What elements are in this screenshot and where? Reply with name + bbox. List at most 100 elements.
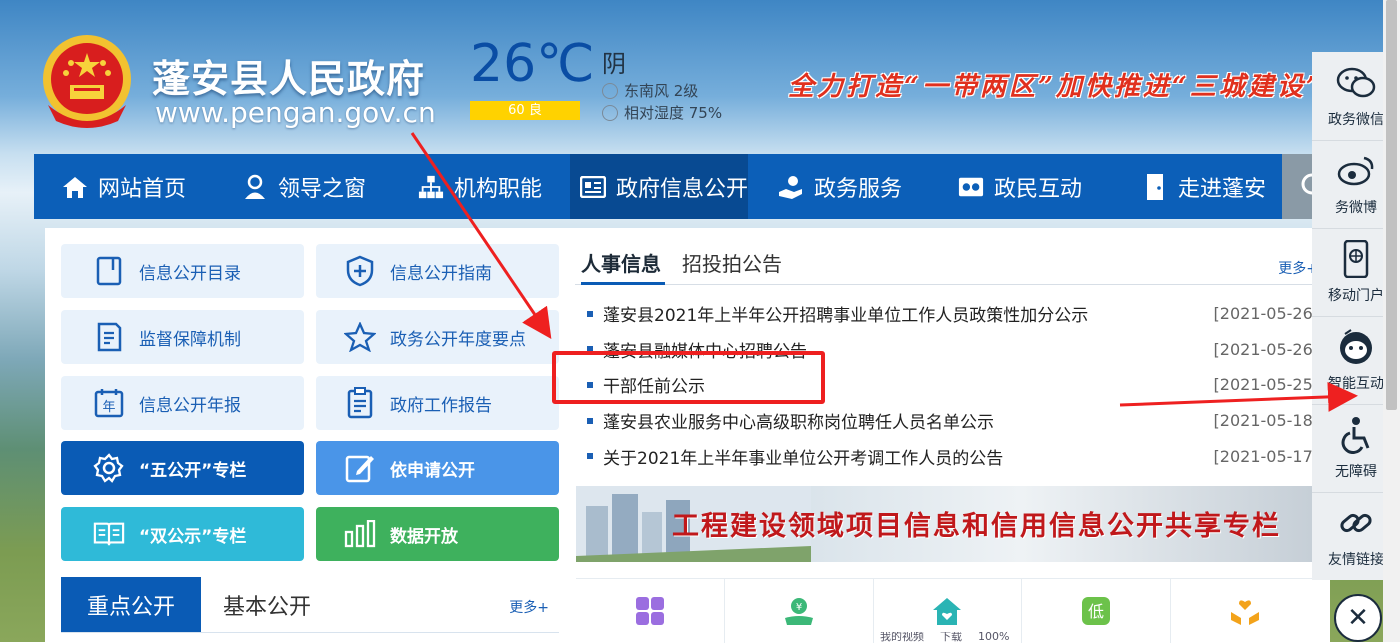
gear-icon <box>93 452 125 484</box>
tile-label: 信息公开指南 <box>390 263 492 284</box>
tile-info-catalog[interactable]: 信息公开目录 <box>61 244 304 298</box>
main-nav: 网站首页 领导之窗 机构职能 政府信息公开 政务服务 政民互动 走进蓬安 <box>34 154 1282 219</box>
news-tabs: 人事信息 招投拍公告 更多+ <box>575 246 1320 285</box>
bullet <box>587 417 593 424</box>
status-item[interactable]: 我的视频 <box>880 632 924 642</box>
news-item[interactable]: 蓬安县2021年上半年公开招聘事业单位工作人员政策性加分公示 [2021-05-… <box>575 296 1320 332</box>
more-link[interactable]: 更多+ <box>509 597 549 617</box>
tab-key-disclosure[interactable]: 重点公开 <box>61 577 201 632</box>
tile-label: 信息公开年报 <box>139 395 241 416</box>
scrollbar[interactable] <box>1383 0 1400 642</box>
tile-open-data[interactable]: 数据开放 <box>316 507 559 561</box>
edit-icon <box>344 452 376 484</box>
nav-label: 领导之窗 <box>278 176 367 202</box>
star-icon <box>344 321 376 353</box>
tile-annual-report[interactable]: 年 信息公开年报 <box>61 376 304 430</box>
national-emblem-logo <box>43 35 131 128</box>
tile-annual-points[interactable]: 政务公开年度要点 <box>316 310 559 364</box>
news-date: [2021-05-17] <box>1213 446 1319 466</box>
org-chart-icon <box>418 174 444 200</box>
nav-item-services[interactable]: 政务服务 <box>748 154 932 219</box>
sidebar-label: 务微博 <box>1335 200 1377 216</box>
sidebar-label: 政务微信 <box>1328 112 1384 128</box>
accessibility-icon <box>1336 415 1376 455</box>
document-icon <box>93 321 125 353</box>
svg-text:¥: ¥ <box>796 602 802 613</box>
news-title[interactable]: 蓬安县2021年上半年公开招聘事业单位工作人员政策性加分公示 <box>603 301 1088 326</box>
news-item[interactable]: 蓬安县农业服务中心高级职称岗位聘任人员名单公示 [2021-05-18] <box>575 403 1320 439</box>
link-icon <box>1336 503 1376 543</box>
news-date: [2021-05-26] <box>1213 304 1319 324</box>
banner-text: 工程建设领域项目信息和信用信息公开共享专栏 <box>672 511 1281 542</box>
sidebar-label: 移动门户 <box>1328 288 1384 304</box>
service-hand-icon <box>778 174 804 200</box>
money-hand-icon: ¥ <box>784 598 813 625</box>
nav-label: 网站首页 <box>98 176 187 202</box>
house-heart-icon <box>933 598 962 625</box>
nav-label: 走进蓬安 <box>1178 176 1267 202</box>
nav-label: 机构职能 <box>454 176 543 202</box>
sidebar-label: 智能互动 <box>1328 376 1384 392</box>
nav-item-leaders[interactable]: 领导之窗 <box>212 154 390 219</box>
calendar-year-icon: 年 <box>93 387 125 419</box>
nav-item-info-disclosure[interactable]: 政府信息公开 <box>570 154 748 219</box>
tab-personnel-info[interactable]: 人事信息 <box>581 248 665 285</box>
nav-item-about-pengan[interactable]: 走进蓬安 <box>1112 154 1282 219</box>
tile-work-report[interactable]: 政府工作报告 <box>316 376 559 430</box>
temperature: 26℃ <box>470 34 595 94</box>
news-title[interactable]: 蓬安县农业服务中心高级职称岗位聘任人员名单公示 <box>603 408 994 433</box>
tab-tender-notices[interactable]: 招投拍公告 <box>682 248 782 277</box>
quick-service-item[interactable] <box>576 579 725 643</box>
tile-label: 数据开放 <box>390 526 458 547</box>
news-date: [2021-05-18] <box>1213 411 1319 431</box>
tile-label: “五公开”专栏 <box>139 460 247 481</box>
tile-label: 监督保障机制 <box>139 329 241 350</box>
svg-text:低: 低 <box>1088 602 1104 621</box>
clipboard-icon <box>344 387 376 419</box>
nav-label: 政府信息公开 <box>616 176 749 202</box>
robot-icon <box>1336 327 1376 367</box>
wind-text: 东南风 2级 <box>624 82 699 100</box>
status-item[interactable]: 下载 <box>940 632 962 642</box>
humidity-text: 相对湿度 75% <box>624 104 723 122</box>
bullet <box>587 310 593 317</box>
wind-info: 东南风 2级 <box>602 80 698 101</box>
tile-label: 政府工作报告 <box>390 395 492 416</box>
wind-icon <box>602 82 618 99</box>
info-card-icon <box>580 174 606 200</box>
project-info-banner[interactable]: 工程建设领域项目信息和信用信息公开共享专栏 <box>576 486 1319 562</box>
site-title: 蓬安县人民政府 <box>152 57 426 101</box>
sidebar-label: 无障碍 <box>1335 464 1377 480</box>
status-item[interactable]: 100% <box>978 632 1009 642</box>
mobile-portal-icon <box>1336 239 1376 279</box>
care-hands-icon <box>1231 600 1260 625</box>
tile-five-open[interactable]: “五公开”专栏 <box>61 441 304 495</box>
weather-condition: 阴 <box>602 50 626 78</box>
news-title[interactable]: 关于2021年上半年事业单位公开考调工作人员的公告 <box>603 444 1003 469</box>
tile-info-guide[interactable]: 信息公开指南 <box>316 244 559 298</box>
tab-basic-disclosure[interactable]: 基本公开 <box>223 577 311 632</box>
wechat-icon <box>1336 63 1376 103</box>
tile-label: 政务公开年度要点 <box>390 329 526 350</box>
shield-plus-icon <box>344 255 376 287</box>
tile-double-publicity[interactable]: “双公示”专栏 <box>61 507 304 561</box>
nav-item-home[interactable]: 网站首页 <box>34 154 212 219</box>
air-quality-badge: 60 良 <box>470 101 580 120</box>
tile-label: “双公示”专栏 <box>139 526 247 547</box>
low-income-icon: 低 <box>1082 597 1111 625</box>
interaction-icon <box>958 174 984 200</box>
tile-apply-disclosure[interactable]: 依申请公开 <box>316 441 559 495</box>
humidity-info: 相对湿度 75% <box>602 102 722 123</box>
scrollbar-thumb[interactable] <box>1386 0 1397 410</box>
nav-label: 政民互动 <box>994 176 1083 202</box>
nav-item-organization[interactable]: 机构职能 <box>390 154 570 219</box>
browser-status-bar: 我的视频 下载 100% <box>880 632 1380 642</box>
highlight-box <box>552 351 825 404</box>
news-date: [2021-05-25] <box>1213 375 1319 395</box>
quick-service-item[interactable]: ¥ <box>725 579 874 643</box>
nav-item-interaction[interactable]: 政民互动 <box>932 154 1112 219</box>
book-icon <box>93 518 125 550</box>
news-item[interactable]: 关于2021年上半年事业单位公开考调工作人员的公告 [2021-05-17] <box>575 438 1320 474</box>
leader-icon <box>242 174 268 200</box>
tile-supervision[interactable]: 监督保障机制 <box>61 310 304 364</box>
